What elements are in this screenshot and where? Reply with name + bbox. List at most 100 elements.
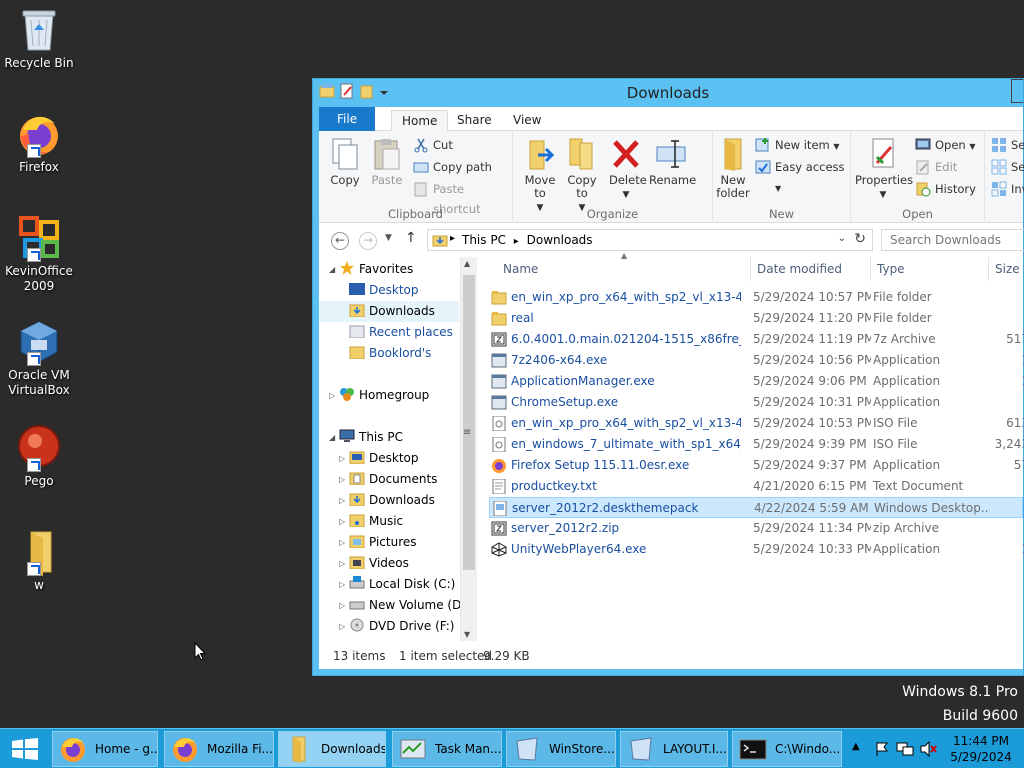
desktop-icon-firefox[interactable]: Firefox <box>2 110 76 175</box>
desktop-icon-w[interactable]: w <box>2 528 76 593</box>
breadcrumb-this-pc[interactable]: This PC <box>462 233 506 247</box>
nav-favorites[interactable]: Favorites <box>339 259 413 280</box>
taskbar-command-prompt[interactable]: C:\Windo... <box>732 731 842 767</box>
nav-pc-music[interactable]: Music <box>349 511 403 532</box>
nav-pc-dvd-drive-f[interactable]: DVD Drive (F:) CD <box>349 616 459 637</box>
column-header-size[interactable]: Size <box>989 257 1024 281</box>
expand-icon[interactable]: ▷ <box>339 559 345 568</box>
cut-button[interactable]: Cut <box>413 135 453 155</box>
nav-pc-pictures[interactable]: Pictures <box>349 532 417 553</box>
close-button[interactable] <box>1011 79 1023 103</box>
column-header-name[interactable]: Name <box>497 257 751 281</box>
address-dropdown-chevron-icon[interactable]: ⌄ <box>838 233 846 244</box>
copy-path-button[interactable]: Copy path <box>413 157 492 177</box>
copy-button[interactable]: Copy <box>329 137 361 187</box>
expand-icon[interactable]: ▷ <box>339 601 345 610</box>
taskbar-downloads[interactable]: Downloads <box>278 731 386 767</box>
volume-muted-icon[interactable] <box>920 741 938 757</box>
expand-icon[interactable]: ▷ <box>339 538 345 547</box>
taskbar-home-firefox[interactable]: Home - g... <box>52 731 158 767</box>
copy-to-button[interactable]: Copy to ▼ <box>565 137 599 215</box>
file-row[interactable]: UnityWebPlayer64.exe 5/29/2024 10:33 PM Ap… <box>489 539 1024 560</box>
nav-fav-desktop[interactable]: Desktop <box>349 280 419 301</box>
select-none-button[interactable]: Sel <box>991 157 1024 177</box>
nav-pc-documents[interactable]: Documents <box>349 469 437 490</box>
back-button[interactable]: ← <box>331 232 349 250</box>
file-row[interactable]: productkey.txt 4/21/2020 6:15 PM Text Docu… <box>489 476 1023 497</box>
start-button[interactable] <box>0 729 50 768</box>
nav-pc-new-volume-d[interactable]: New Volume (D:) <box>349 595 470 616</box>
network-icon[interactable] <box>896 741 914 757</box>
breadcrumb-downloads[interactable]: Downloads <box>527 233 593 247</box>
nav-this-pc[interactable]: This PC <box>339 427 403 448</box>
column-header-date-modified[interactable]: Date modified <box>751 257 871 281</box>
file-row[interactable]: Firefox Setup 115.11.0esr.exe 5/29/2024 9… <box>489 455 1024 476</box>
desktop-icon-virtualbox[interactable]: Oracle VM VirtualBox <box>2 318 76 398</box>
expand-icon[interactable]: ▷ <box>339 622 345 631</box>
paste-shortcut-button[interactable]: Paste shortcut <box>413 179 512 216</box>
nav-pc-desktop[interactable]: Desktop <box>349 448 419 469</box>
scrollbar-thumb[interactable] <box>463 275 475 570</box>
scroll-up-icon[interactable]: ▲ <box>464 259 470 268</box>
desktop-icon-recycle-bin[interactable]: Recycle Bin <box>2 6 76 71</box>
collapse-this-pc-icon[interactable]: ◢ <box>329 433 335 442</box>
file-row[interactable]: en_win_xp_pro_x64_with_sp2_vl_x13-4161..… <box>489 413 1024 434</box>
expand-homegroup-icon[interactable]: ▷ <box>329 391 335 400</box>
expand-icon[interactable]: ▷ <box>339 580 345 589</box>
show-hidden-icons-chevron-icon[interactable]: ▲ <box>852 741 860 752</box>
tab-file[interactable]: File <box>319 107 376 131</box>
file-row[interactable]: en_windows_7_ultimate_with_sp1_x64_dv...… <box>489 434 1024 455</box>
nav-homegroup[interactable]: Homegroup <box>339 385 429 406</box>
expand-icon[interactable]: ▷ <box>339 517 345 526</box>
title-bar[interactable]: Downloads <box>313 79 1023 107</box>
file-row[interactable]: server_2012r2.zip 5/29/2024 11:34 PM zip A… <box>489 518 1023 539</box>
tab-share[interactable]: Share <box>447 110 502 131</box>
rename-button[interactable]: Rename <box>649 137 696 187</box>
file-row[interactable]: 6.0.4001.0.main.021204-1515_x86fre_clien… <box>489 329 1024 350</box>
select-all-button[interactable]: Sel <box>991 135 1024 155</box>
invert-selection-button[interactable]: Inv <box>991 179 1024 199</box>
taskbar-mozilla-firefox[interactable]: Mozilla Fi... <box>164 731 274 767</box>
system-clock[interactable]: 11:44 PM 5/29/2024 <box>946 733 1016 765</box>
file-row[interactable]: ApplicationManager.exe 5/29/2024 9:06 PM A… <box>489 371 1024 392</box>
action-center-flag-icon[interactable] <box>874 741 890 757</box>
new-item-button[interactable]: New item ▼ <box>755 135 840 155</box>
desktop-icon-kevinoffice[interactable]: KevinOffice 2009 <box>2 214 76 294</box>
recent-locations-chevron-icon[interactable]: ▼ <box>385 233 392 243</box>
taskbar-winstore[interactable]: WinStore.... <box>506 731 616 767</box>
move-to-button[interactable]: Move to ▼ <box>523 137 557 215</box>
column-header-type[interactable]: Type <box>871 257 989 281</box>
taskbar-task-manager[interactable]: Task Man... <box>392 731 502 767</box>
nav-fav-downloads[interactable]: Downloads <box>319 301 459 322</box>
tab-view[interactable]: View <box>503 110 551 131</box>
navigation-scrollbar[interactable]: ▲ ≡ ▼ <box>460 257 477 641</box>
easy-access-button[interactable]: Easy access ▼ <box>755 157 850 193</box>
properties-button[interactable]: Properties ▼ <box>855 137 913 202</box>
file-row[interactable]: real 5/29/2024 11:20 PM File folder <box>489 308 1023 329</box>
tab-home[interactable]: Home <box>391 110 449 131</box>
desktop-icon-pego[interactable]: Pego <box>2 424 76 489</box>
nav-pc-downloads[interactable]: Downloads <box>349 490 435 511</box>
scroll-down-icon[interactable]: ▼ <box>464 630 470 639</box>
nav-fav-recent-places[interactable]: Recent places <box>349 322 453 343</box>
file-row[interactable]: 7z2406-x64.exe 5/29/2024 10:56 PM Applicat… <box>489 350 1024 371</box>
new-folder-button[interactable]: New folder <box>715 137 751 200</box>
edit-button[interactable]: Edit <box>915 157 957 177</box>
up-arrow-icon[interactable]: ↑ <box>405 230 417 246</box>
refresh-icon[interactable]: ↻ <box>854 231 866 247</box>
forward-button[interactable]: → <box>359 232 377 250</box>
history-button[interactable]: History <box>915 179 976 199</box>
taskbar-layout[interactable]: LAYOUT.I... <box>620 731 728 767</box>
file-row[interactable]: server_2012r2.deskthemepack 4/22/2024 5:5… <box>489 497 1023 518</box>
paste-button[interactable]: Paste <box>369 137 405 187</box>
expand-icon[interactable]: ▷ <box>339 475 345 484</box>
nav-pc-local-disk-c[interactable]: Local Disk (C:) <box>349 574 455 595</box>
address-bar[interactable]: ▸ This PC ▸ Downloads ⌄ ↻ <box>427 229 873 251</box>
nav-fav-booklords[interactable]: Booklord's <box>349 343 431 364</box>
search-input[interactable]: Search Downloads <box>881 229 1024 251</box>
file-row[interactable]: en_win_xp_pro_x64_with_sp2_vl_x13-41611 5… <box>489 287 1023 308</box>
delete-button[interactable]: Delete ▼ <box>609 137 647 202</box>
file-row[interactable]: ChromeSetup.exe 5/29/2024 10:31 PM Applica… <box>489 392 1023 413</box>
open-button[interactable]: Open ▼ <box>915 135 976 155</box>
collapse-favorites-icon[interactable]: ◢ <box>329 265 335 274</box>
